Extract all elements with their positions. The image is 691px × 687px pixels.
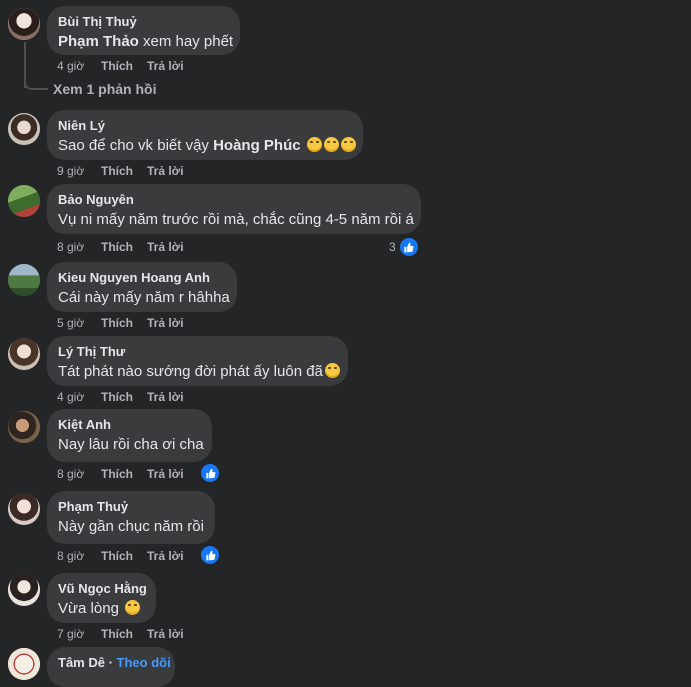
timestamp[interactable]: 4 giờ [57,59,101,73]
comment-bubble: Bảo Nguyên Vụ ni mấy năm trước rồi mà, c… [47,184,421,234]
comment-text: Nay lâu rồi cha ơi cha [58,436,204,453]
comment-bubble: Bùi Thị Thuỷ Phạm Thảo xem hay phết [47,6,240,55]
reply-button[interactable]: Trả lời [147,240,184,254]
comment-text: Phạm Thảo xem hay phết [58,33,234,50]
comment-author: Tâm Dê · Theo dõi [58,655,171,670]
avatar[interactable] [8,113,40,145]
mention-link[interactable]: Phạm Thảo [58,33,139,50]
comment-text: Sao để cho vk biết vậy Hoàng Phúc [58,136,356,156]
like-button[interactable]: Thích [101,316,147,330]
view-replies-link[interactable]: Xem 1 phản hồi [53,81,156,97]
timestamp[interactable]: 4 giờ [57,390,101,404]
comment-author[interactable]: Kieu Nguyen Hoang Anh [58,270,225,286]
reply-button[interactable]: Trả lời [147,627,184,641]
rofl-emoji-icon [324,363,340,378]
comment-actions: 8 giờ Thích Trả lời [57,240,184,254]
like-button[interactable]: Thích [101,627,147,641]
avatar[interactable] [8,185,40,217]
comment-author[interactable]: Vũ Ngọc Hằng [58,581,147,597]
reaction-summary[interactable] [197,544,221,566]
reaction-summary[interactable]: 3 [389,236,420,258]
reply-button[interactable]: Trả lời [147,164,184,178]
like-button[interactable]: Thích [101,164,147,178]
like-button[interactable]: Thích [101,240,147,254]
avatar[interactable] [8,648,40,680]
comment-author[interactable]: Lý Thị Thư [58,344,336,360]
like-button[interactable]: Thích [101,390,147,404]
comment-bubble: Tâm Dê · Theo dõi [47,647,175,687]
reply-button[interactable]: Trả lời [147,390,184,404]
comment-text: Vụ ni mấy năm trước rồi mà, chắc cũng 4-… [58,211,414,228]
relieved-emoji-icon [125,600,141,615]
comment-actions: 8 giờ Thích Trả lời [57,467,184,481]
reaction-summary[interactable] [197,462,221,484]
timestamp[interactable]: 8 giờ [57,549,101,563]
comment-text: Cái này mấy năm r hâhha [58,289,230,306]
comment-actions: 4 giờ Thích Trả lời [57,390,184,404]
laughing-emoji-icon [323,137,339,152]
mention-link[interactable]: Hoàng Phúc [213,137,301,154]
comment-text: Tát phát nào sướng đời phát ấy luôn đã [58,362,340,382]
thread-hook [24,76,48,90]
comment-text: Vừa lòng [58,599,144,619]
comment-bubble: Phạm Thuỷ Này gần chục năm rồi [47,491,215,544]
reply-button[interactable]: Trả lời [147,549,184,563]
avatar[interactable] [8,574,40,606]
comment-author[interactable]: Bảo Nguyên [58,192,409,208]
laughing-emoji-icon [306,137,322,152]
timestamp[interactable]: 9 giờ [57,164,101,178]
avatar[interactable] [8,338,40,370]
like-icon [199,544,221,566]
comment-bubble: Kieu Nguyen Hoang Anh Cái này mấy năm r … [47,262,237,312]
avatar[interactable] [8,8,40,40]
comment-bubble: Niên Lý Sao để cho vk biết vậy Hoàng Phú… [47,110,363,160]
like-icon [397,236,420,258]
avatar[interactable] [8,264,40,296]
follow-button[interactable]: Theo dõi [117,655,171,670]
comment-author[interactable]: Bùi Thị Thuỷ [58,14,228,30]
avatar[interactable] [8,411,40,443]
comment-actions: 7 giờ Thích Trả lời [57,627,184,641]
comment-bubble: Vũ Ngọc Hằng Vừa lòng [47,573,156,623]
comment-bubble: Kiệt Anh Nay lâu rồi cha ơi cha [47,409,212,462]
comment-actions: 4 giờ Thích Trả lời [57,59,184,73]
timestamp[interactable]: 8 giờ [57,467,101,481]
reply-button[interactable]: Trả lời [147,316,184,330]
comment-author[interactable]: Niên Lý [58,118,351,134]
comment-actions: 5 giờ Thích Trả lời [57,316,184,330]
reply-button[interactable]: Trả lời [147,59,184,73]
reply-button[interactable]: Trả lời [147,467,184,481]
like-button[interactable]: Thích [101,549,147,563]
timestamp[interactable]: 8 giờ [57,240,101,254]
comment-actions: 8 giờ Thích Trả lời [57,549,184,563]
timestamp[interactable]: 7 giờ [57,627,101,641]
like-button[interactable]: Thích [101,467,147,481]
comment-bubble: Lý Thị Thư Tát phát nào sướng đời phát ấ… [47,336,348,386]
avatar[interactable] [8,493,40,525]
comment-actions: 9 giờ Thích Trả lời [57,164,184,178]
reaction-count: 3 [389,240,396,254]
comment-text: Này gần chục năm rồi [58,518,204,535]
comment-author[interactable]: Phạm Thuỷ [58,499,203,515]
timestamp[interactable]: 5 giờ [57,316,101,330]
like-button[interactable]: Thích [101,59,147,73]
comment-author[interactable]: Kiệt Anh [58,417,200,433]
laughing-emoji-icon [340,137,356,152]
like-icon [199,462,221,484]
